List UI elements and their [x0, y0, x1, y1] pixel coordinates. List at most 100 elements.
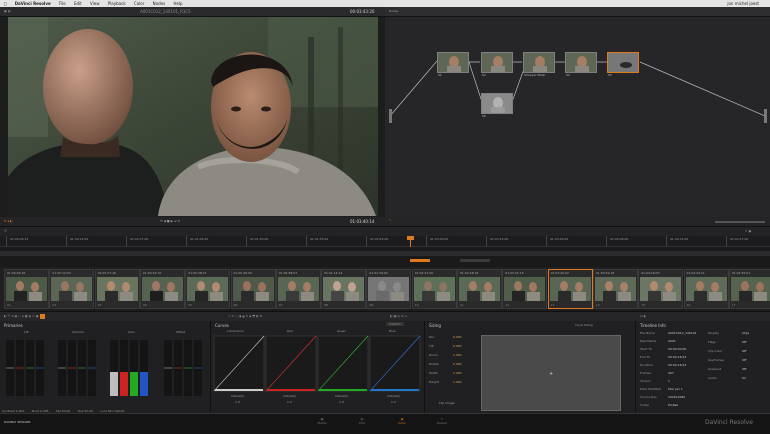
option-row[interactable]: Clip Color Off — [708, 349, 768, 358]
option-row[interactable]: Gradient Off — [708, 367, 768, 376]
node-06[interactable] — [481, 93, 513, 114]
clip-thumbnail[interactable]: 01:00:27:16 03 — [94, 269, 140, 309]
timeline-label-icon[interactable]: ☰ — [4, 229, 7, 233]
option-row[interactable]: Display Clips — [708, 331, 768, 340]
curves-mode-dropdown[interactable]: Custom — [386, 322, 404, 326]
sizing-param-value[interactable]: 0.000 — [453, 362, 462, 366]
menu-help[interactable]: Help — [173, 1, 182, 6]
current-clip-marker[interactable] — [410, 259, 430, 262]
sizing-row[interactable]: Rotate 0.000 — [427, 362, 475, 371]
sizing-center-crosshair[interactable]: + — [549, 371, 553, 377]
tab-deliver[interactable]: ⇪ Deliver — [430, 417, 454, 425]
sizing-tools-icons[interactable]: ◐ ▦ ◎ ⇲ ↔ — [390, 314, 407, 318]
menu-playback[interactable]: Playback — [108, 1, 126, 6]
clip-thumbnail[interactable]: 01:03:40:02 13 — [547, 269, 593, 309]
curves-panel[interactable]: Curves Custom Luminance Red Green Blue I… — [211, 321, 425, 413]
clip-thumbnail[interactable]: 01:03:01:15 12 — [502, 269, 548, 309]
node-zoom-slider[interactable] — [715, 221, 765, 223]
clip-thumbnail[interactable]: 01:02:48:18 11 — [457, 269, 502, 309]
intensity-value-green[interactable]: 1.0 — [339, 400, 344, 404]
clip-thumbnail[interactable]: 01:01:39:00 09 — [366, 269, 412, 309]
option-row[interactable]: Flags Off — [708, 340, 768, 349]
tab-media[interactable]: ▣ Media — [310, 417, 334, 425]
option-value[interactable]: Off — [742, 367, 746, 371]
primary-bars[interactable] — [2, 336, 208, 404]
sizing-panel[interactable]: Sizing Input Sizing Pan 0.000 Tilt 0.000 Zoo… — [425, 321, 636, 413]
timeline-tracks[interactable] — [0, 247, 770, 267]
clip-thumbnail[interactable]: 01:00:32:10 04 — [139, 269, 185, 309]
menu-edit[interactable]: Edit — [74, 1, 82, 6]
tab-color[interactable]: ◉ Color — [390, 417, 414, 425]
primaries-panel[interactable]: Primaries Lift Gamma Gain Offset Contras… — [0, 321, 211, 413]
clip-thumbnail[interactable]: 01:01:14:12 08 — [321, 269, 367, 309]
luminance-intensity-bar[interactable] — [215, 389, 263, 391]
clip-thumbnail[interactable]: 01:00:46:00 06 — [230, 269, 276, 309]
node-04[interactable] — [565, 52, 597, 73]
menu-file[interactable]: File — [59, 1, 66, 6]
transport-controls[interactable]: ⏮ ◀ ■ ▶ ⏭ ⟲ — [160, 219, 180, 223]
clip-thumbnail[interactable]: 01:03:59:18 14 — [592, 269, 638, 309]
tab-edit[interactable]: ▤ Edit — [350, 417, 374, 425]
menu-color[interactable]: Color — [134, 1, 144, 6]
node-05-selected[interactable] — [607, 52, 639, 73]
viewer-mode-icons[interactable]: ▣ ▤ — [4, 9, 11, 13]
app-menu[interactable]: DaVinci Resolve — [15, 1, 51, 6]
option-value[interactable]: Clips — [742, 331, 749, 335]
green-intensity-bar[interactable] — [319, 389, 367, 391]
sizing-param-value[interactable]: 0.000 — [453, 344, 462, 348]
info-tools-icons[interactable]: ◎ ◐ — [640, 314, 646, 318]
intensity-value-lum[interactable]: 1.0 — [235, 400, 240, 404]
clip-thumbnail[interactable]: 01:04:44:11 16 — [683, 269, 729, 309]
sizing-preview[interactable]: + — [481, 335, 621, 411]
video-track[interactable] — [0, 251, 770, 256]
viewer-image[interactable] — [8, 17, 378, 216]
menu-view[interactable]: View — [90, 1, 100, 6]
clip-thumbnail[interactable]: 01:04:18:03 15 — [638, 269, 684, 309]
intensity-value-red[interactable]: 1.0 — [287, 400, 292, 404]
scrub-tool-icon[interactable]: ⇆ ◂ ◐ — [4, 219, 13, 223]
sizing-param-value[interactable]: 1.000 — [453, 371, 462, 375]
red-intensity-bar[interactable] — [267, 389, 315, 391]
intensity-value-blue[interactable]: 1.0 — [391, 400, 396, 404]
sizing-param-value[interactable]: 1.000 — [453, 380, 462, 384]
blue-intensity-bar[interactable] — [371, 389, 419, 391]
node-graph-panel[interactable]: Nodes 01 02 03 Layer Mixer 04 05 06 ⤡ — [385, 7, 770, 226]
node-03-layer-mixer[interactable] — [523, 52, 555, 73]
apple-icon[interactable]:  — [4, 1, 6, 6]
curve-tools-icons[interactable]: ↗ ↺ ◌ ◑ ◒ ⊙ ◈ ⬒ ◐ ⇆ — [228, 314, 262, 318]
playhead-handle[interactable] — [407, 236, 414, 240]
sizing-row[interactable]: Width 1.000 — [427, 371, 475, 380]
sizing-param-value[interactable]: 1.000 — [453, 353, 462, 357]
active-palette-icon[interactable] — [40, 314, 45, 319]
timeline-ruler[interactable]: 01:00:06:12 01:00:12:00 01:00:37:00 01:01:0… — [0, 236, 770, 266]
clip-thumbnail[interactable]: 01:02:21:06 10 — [411, 269, 457, 309]
sizing-row[interactable]: Zoom 1.000 — [427, 353, 475, 362]
node-01[interactable] — [437, 52, 469, 73]
node-02[interactable] — [481, 52, 513, 73]
sizing-row[interactable]: Height 1.000 — [427, 380, 475, 389]
clip-thumbnail[interactable]: 01:00:06:16 01 — [4, 269, 49, 309]
curve-graphs[interactable] — [213, 335, 421, 395]
option-row[interactable]: Audio On — [708, 376, 768, 385]
sizing-param-value[interactable]: 0.000 — [453, 335, 462, 339]
clip-thumbnail[interactable]: 01:00:58:07 07 — [275, 269, 321, 309]
palette-icons[interactable]: ◐ ☷ ✕ ◉ ⬚ ⌀ ▦ ◍ ⬡ ▣ — [4, 314, 39, 318]
sizing-mode-dropdown[interactable]: Input Sizing — [575, 323, 593, 327]
option-value[interactable]: Off — [742, 349, 746, 353]
menu-nodes[interactable]: Nodes — [153, 1, 166, 6]
clip-thumbnail[interactable]: 01:00:12:03 02 — [49, 269, 95, 309]
clips-options-icons[interactable]: ⇪ ▣ — [745, 229, 751, 233]
sizing-row[interactable]: Tilt 0.000 — [427, 344, 475, 353]
output-handle[interactable] — [764, 109, 767, 123]
option-value[interactable]: On — [742, 376, 746, 380]
sizing-row[interactable]: Pan 0.000 — [427, 335, 475, 344]
clip-thumbnail[interactable]: 01:00:38:21 05 — [185, 269, 231, 309]
option-value[interactable]: Off — [742, 358, 746, 362]
option-value[interactable]: Off — [742, 340, 746, 344]
input-handle[interactable] — [389, 109, 392, 123]
option-row[interactable]: Keyframes Off — [708, 358, 768, 367]
clips-strip[interactable]: 01:00:06:16 01 01:00:12:03 02 01:00:27:16 03 0… — [0, 267, 770, 309]
node-tool-icon[interactable]: ⤡ — [389, 218, 391, 222]
user-name[interactable]: jon michel joest — [727, 0, 759, 7]
clip-thumbnail[interactable]: 01:04:55:01 17 — [728, 269, 770, 309]
